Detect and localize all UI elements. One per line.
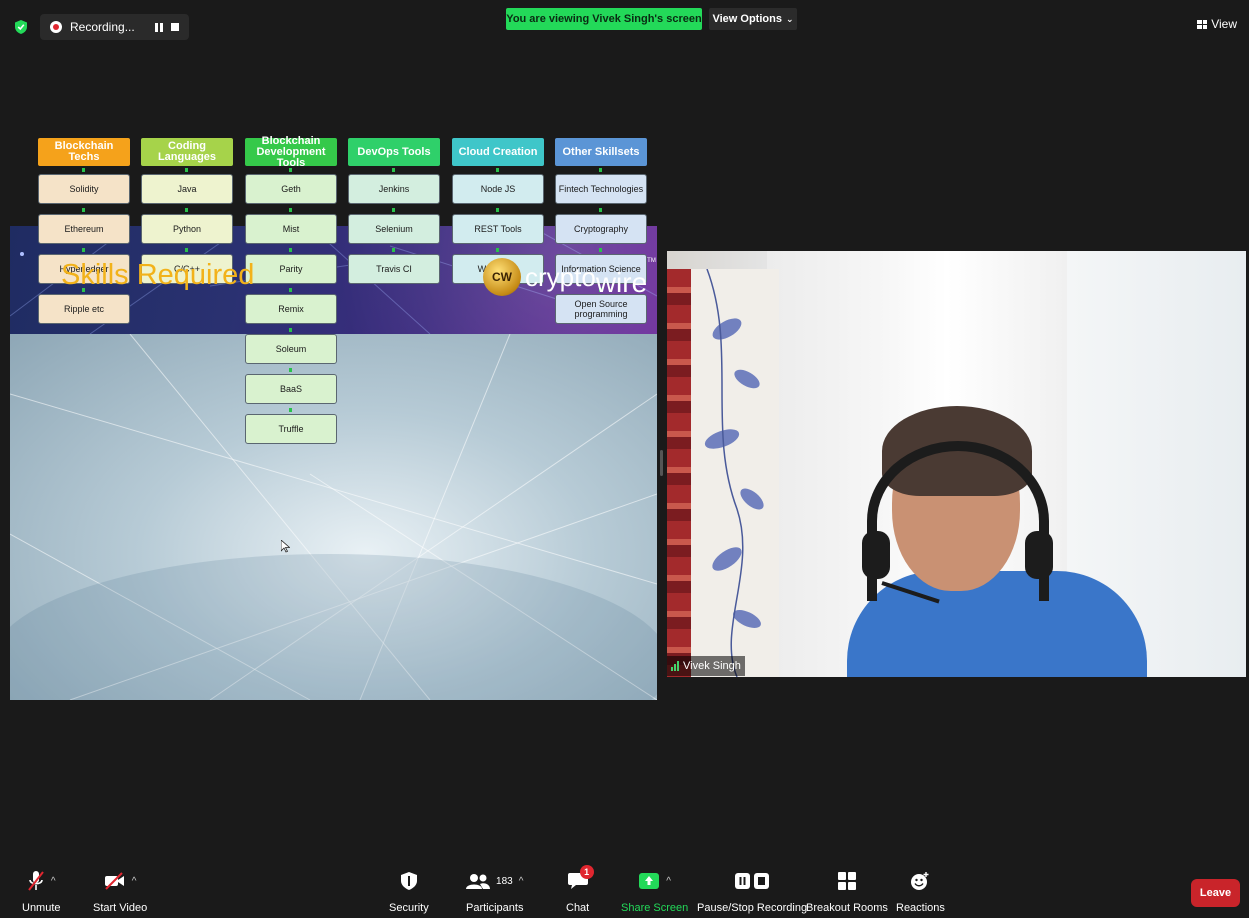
- leave-button[interactable]: Leave: [1191, 879, 1240, 907]
- share-options-caret[interactable]: ^: [666, 876, 671, 887]
- skill-item: Truffle: [245, 414, 337, 444]
- cryptowire-logo: CW cryptowireTM: [483, 258, 656, 298]
- stop-recording-icon[interactable]: [170, 23, 179, 31]
- headset: [867, 441, 1049, 601]
- skill-item: Jenkins: [348, 174, 440, 204]
- grid-view-icon: [1197, 19, 1208, 29]
- skill-item: Python: [141, 214, 233, 244]
- category-header: Coding Languages: [141, 138, 233, 166]
- meeting-toolbar: ^ Unmute ^ Start Video Security 183 ^ Pa…: [0, 862, 1249, 918]
- pause-recording-icon[interactable]: [154, 22, 163, 32]
- skill-item: Mist: [245, 214, 337, 244]
- participant-video-tile[interactable]: [667, 251, 1246, 677]
- view-options-button[interactable]: View Options ⌄: [709, 8, 797, 30]
- breakout-rooms-icon: [837, 872, 856, 890]
- view-options-label: View Options: [712, 13, 782, 25]
- cryptowire-coin-icon: CW: [483, 258, 521, 296]
- skill-item: Cryptography: [555, 214, 647, 244]
- skill-item: Open Source programming: [555, 294, 647, 324]
- chevron-down-icon: ⌄: [785, 13, 794, 24]
- column-other-skillsets: Other Skillsets Fintech Technologies Cry…: [555, 138, 647, 324]
- recording-indicator: Recording...: [40, 14, 189, 40]
- participants-icon: [466, 874, 491, 889]
- breakout-rooms-button[interactable]: Breakout Rooms: [806, 868, 888, 914]
- start-video-button[interactable]: ^ Start Video: [93, 868, 147, 914]
- skill-item: REST Tools: [452, 214, 544, 244]
- share-screen-button[interactable]: ^ Share Screen: [621, 868, 688, 914]
- participants-options-caret[interactable]: ^: [519, 876, 524, 887]
- skill-item: Soleum: [245, 334, 337, 364]
- headset-earcup: [862, 531, 890, 579]
- slide-title: Skills Required: [61, 259, 255, 291]
- column-coding-languages: Coding Languages Java Python C/C++: [141, 138, 233, 284]
- pause-stop-recording-icon: [735, 873, 770, 889]
- unmute-button[interactable]: ^ Unmute: [22, 868, 61, 914]
- category-header: Cloud Creation: [452, 138, 544, 166]
- viewing-screen-banner: You are viewing Vivek Singh's screen: [506, 8, 702, 30]
- skill-item: Parity: [245, 254, 337, 284]
- pause-stop-recording-button[interactable]: Pause/Stop Recording: [697, 868, 807, 914]
- reactions-button[interactable]: Reactions: [896, 868, 945, 914]
- chat-unread-badge: 1: [579, 865, 594, 879]
- skill-item: Fintech Technologies: [555, 174, 647, 204]
- category-header: DevOps Tools: [348, 138, 440, 166]
- recording-label: Recording...: [70, 20, 135, 34]
- audio-options-caret[interactable]: ^: [51, 876, 56, 887]
- skill-item: Geth: [245, 174, 337, 204]
- share-screen-icon: [639, 873, 660, 889]
- category-header: Other Skillsets: [555, 138, 647, 166]
- muted-microphone-icon: [28, 871, 44, 891]
- record-icon: [50, 21, 62, 33]
- wall-tapestry: [667, 269, 779, 677]
- headset-earcup: [1025, 531, 1053, 579]
- skill-item: Ripple etc: [38, 294, 130, 324]
- connection-signal-icon: [671, 661, 679, 671]
- chat-button[interactable]: 1 Chat: [566, 865, 594, 914]
- shield-icon: [400, 872, 417, 890]
- skill-item: Solidity: [38, 174, 130, 204]
- skill-item: Selenium: [348, 214, 440, 244]
- cryptowire-wordmark: cryptowireTM: [525, 258, 656, 298]
- participants-button[interactable]: 183 ^ Participants: [466, 868, 523, 914]
- skill-item: Node JS: [452, 174, 544, 204]
- participants-count: 183: [496, 875, 513, 887]
- participant-name-tag: Vivek Singh: [667, 656, 745, 676]
- security-shield-icon[interactable]: [15, 20, 27, 34]
- skill-item: Remix: [245, 294, 337, 324]
- top-bar: Recording... You are viewing Vivek Singh…: [0, 0, 1249, 50]
- skill-item: Java: [141, 174, 233, 204]
- column-blockchain-development-tools: Blockchain Development Tools Geth Mist P…: [245, 135, 337, 444]
- mouse-cursor-icon: [281, 540, 290, 553]
- pane-resize-handle[interactable]: [660, 450, 663, 476]
- skill-item: Travis CI: [348, 254, 440, 284]
- column-blockchain-techs: Blockchain Techs Solidity Ethereum Hyper…: [38, 138, 130, 324]
- view-button[interactable]: View: [1197, 17, 1237, 31]
- category-header: Blockchain Development Tools: [245, 135, 337, 168]
- video-off-icon: [104, 872, 124, 890]
- skill-item: Ethereum: [38, 214, 130, 244]
- reactions-smiley-icon: [911, 872, 929, 890]
- participant-name: Vivek Singh: [683, 660, 741, 672]
- column-devops-tools: DevOps Tools Jenkins Selenium Travis CI: [348, 138, 440, 284]
- video-options-caret[interactable]: ^: [132, 876, 137, 887]
- view-label: View: [1211, 17, 1237, 31]
- category-header: Blockchain Techs: [38, 138, 130, 166]
- column-cloud-creation: Cloud Creation Node JS REST Tools Web Ap…: [452, 138, 544, 284]
- security-button[interactable]: Security: [389, 868, 429, 914]
- skill-item: BaaS: [245, 374, 337, 404]
